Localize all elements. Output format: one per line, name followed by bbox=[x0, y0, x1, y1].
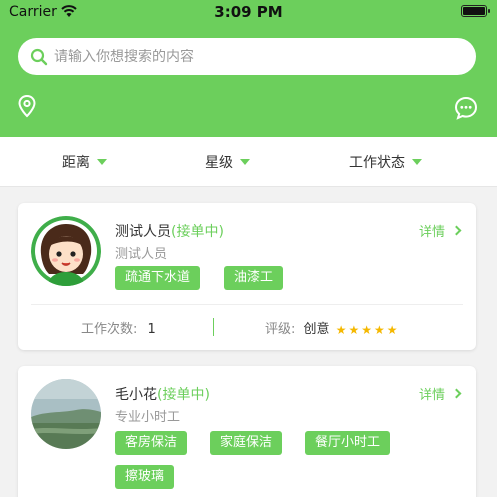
star-icon: ★ bbox=[386, 322, 398, 337]
dropdown-triangle-icon bbox=[412, 159, 422, 165]
chat-bubble-icon[interactable] bbox=[453, 95, 479, 121]
search-icon bbox=[30, 48, 48, 65]
service-tag: 油漆工 bbox=[224, 266, 284, 290]
search-bar[interactable] bbox=[18, 38, 476, 75]
filter-distance-label: 距离 bbox=[62, 155, 90, 171]
location-pin-icon[interactable] bbox=[15, 94, 39, 118]
clock: 3:09 PM bbox=[214, 3, 283, 21]
service-tag: 擦玻璃 bbox=[115, 465, 175, 489]
dropdown-triangle-icon bbox=[240, 159, 250, 165]
filter-rating[interactable]: 星级 bbox=[205, 137, 250, 187]
work-count-value: 1 bbox=[147, 322, 156, 337]
star-icon: ★ bbox=[348, 322, 360, 337]
detail-label: 详情 bbox=[418, 388, 445, 403]
avatar bbox=[31, 379, 101, 449]
worker-card[interactable]: 测试人员(接单中) 测试人员 详情 疏通下水道 油漆工 工作次数: 1 评级: … bbox=[18, 203, 476, 350]
worker-card[interactable]: 毛小花(接单中) 专业小时工 详情 客房保洁 家庭保洁 餐厅小时工 擦玻璃 bbox=[18, 366, 476, 497]
search-input[interactable] bbox=[54, 48, 454, 65]
service-tag: 疏通下水道 bbox=[115, 266, 201, 290]
divider bbox=[31, 304, 463, 305]
detail-label: 详情 bbox=[418, 225, 445, 240]
avatar bbox=[31, 216, 101, 286]
star-icon: ★ bbox=[335, 322, 347, 337]
star-icon: ★ bbox=[373, 322, 385, 337]
worker-title: 专业小时工 bbox=[115, 410, 181, 425]
header: Carrier 3:09 PM bbox=[0, 0, 497, 137]
service-tag: 餐厅小时工 bbox=[305, 431, 391, 455]
detail-link[interactable]: 详情 bbox=[418, 384, 462, 403]
worker-title: 测试人员 bbox=[115, 247, 168, 262]
chevron-right-icon bbox=[451, 225, 462, 236]
worker-name-line: 测试人员(接单中) bbox=[115, 221, 224, 241]
work-count-label: 工作次数: bbox=[81, 322, 138, 337]
filter-distance[interactable]: 距离 bbox=[62, 137, 107, 187]
dropdown-triangle-icon bbox=[97, 159, 107, 165]
worker-status: (接单中) bbox=[171, 224, 224, 240]
rating-text: 创意 bbox=[303, 322, 330, 337]
service-tag: 家庭保洁 bbox=[210, 431, 283, 455]
filter-rating-label: 星级 bbox=[205, 155, 233, 171]
rating: 评级: 创意 ★ ★ ★ ★ ★ bbox=[265, 318, 400, 337]
rating-stars: ★ ★ ★ ★ ★ bbox=[336, 323, 400, 337]
worker-name: 测试人员 bbox=[115, 224, 171, 240]
filter-bar: 距离 星级 工作状态 bbox=[0, 137, 497, 187]
star-icon: ★ bbox=[361, 322, 372, 337]
stat-separator bbox=[213, 318, 214, 336]
filter-work-status[interactable]: 工作状态 bbox=[349, 137, 422, 187]
worker-name-line: 毛小花(接单中) bbox=[115, 384, 210, 404]
filter-work-status-label: 工作状态 bbox=[349, 155, 405, 171]
status-bar: Carrier 3:09 PM bbox=[0, 0, 497, 26]
worker-status: (接单中) bbox=[157, 387, 210, 403]
chevron-right-icon bbox=[451, 388, 462, 399]
rating-label: 评级: bbox=[265, 322, 296, 337]
worker-name: 毛小花 bbox=[115, 387, 157, 403]
work-count: 工作次数: 1 bbox=[81, 318, 156, 337]
detail-link[interactable]: 详情 bbox=[418, 221, 462, 240]
battery-icon bbox=[461, 5, 490, 17]
service-tag: 客房保洁 bbox=[115, 431, 188, 455]
